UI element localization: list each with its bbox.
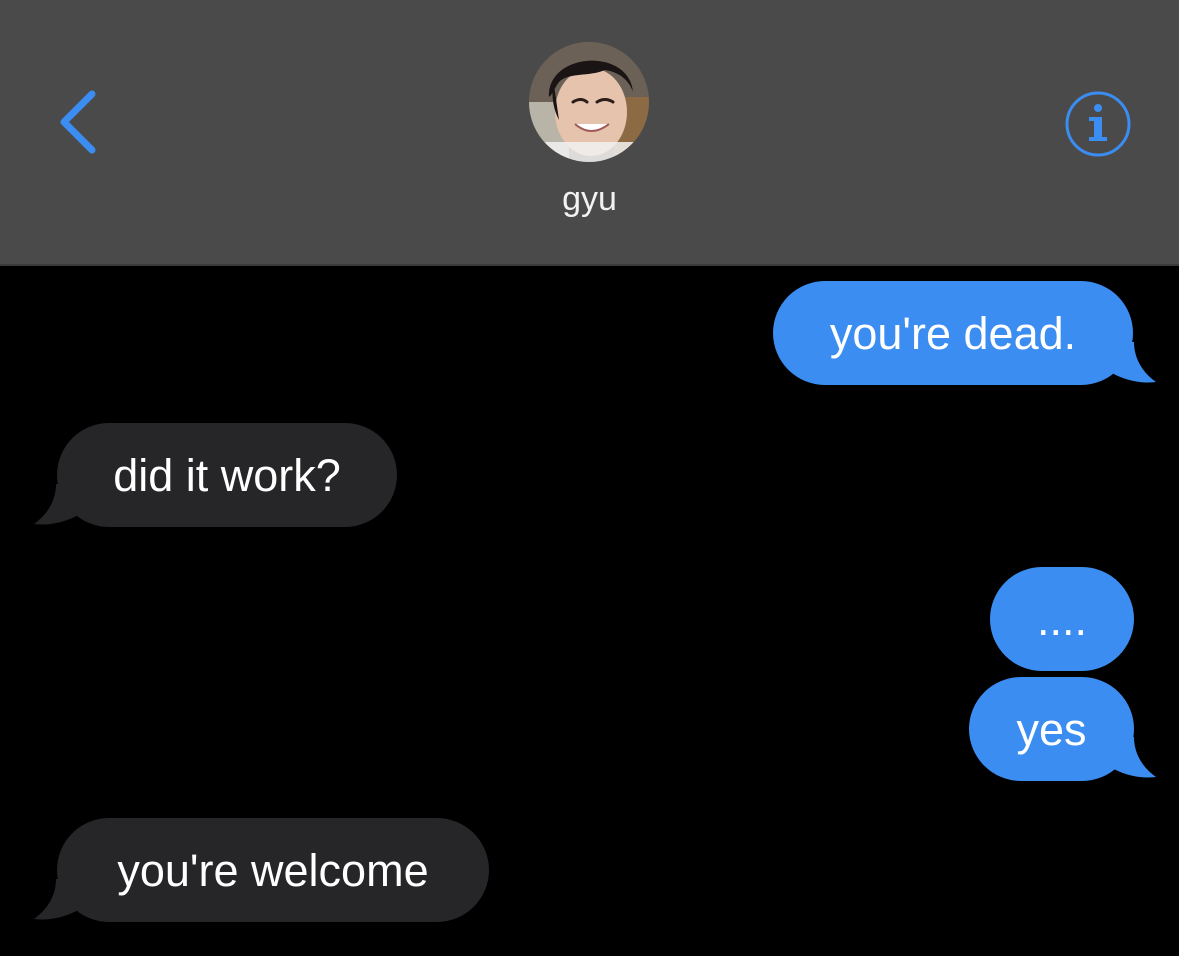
info-button[interactable]: [1064, 90, 1132, 158]
message-text: you're welcome: [117, 844, 429, 896]
message-text: ....: [1036, 593, 1087, 645]
bubble-tail-icon: [1110, 737, 1156, 778]
message-thread[interactable]: you're dead. did it work? .... yes you'r…: [0, 266, 1179, 956]
contact-avatar[interactable]: [529, 42, 649, 162]
message-text: you're dead.: [829, 307, 1077, 359]
message-bubble-incoming[interactable]: you're welcome: [57, 818, 489, 922]
contact-photo: [529, 42, 649, 162]
info-circle-icon: [1065, 91, 1131, 157]
message-text: yes: [1016, 703, 1087, 755]
message-bubble-incoming[interactable]: did it work?: [57, 423, 397, 527]
chevron-left-icon: [60, 90, 96, 154]
message-bubble-outgoing[interactable]: you're dead.: [773, 281, 1133, 385]
conversation-header: gyu: [0, 0, 1179, 266]
contact-name[interactable]: gyu: [0, 180, 1179, 219]
message-bubble-outgoing[interactable]: ....: [990, 567, 1134, 671]
bubble-tail-icon: [1110, 342, 1156, 383]
message-text: did it work?: [113, 449, 341, 501]
back-button[interactable]: [50, 84, 110, 164]
